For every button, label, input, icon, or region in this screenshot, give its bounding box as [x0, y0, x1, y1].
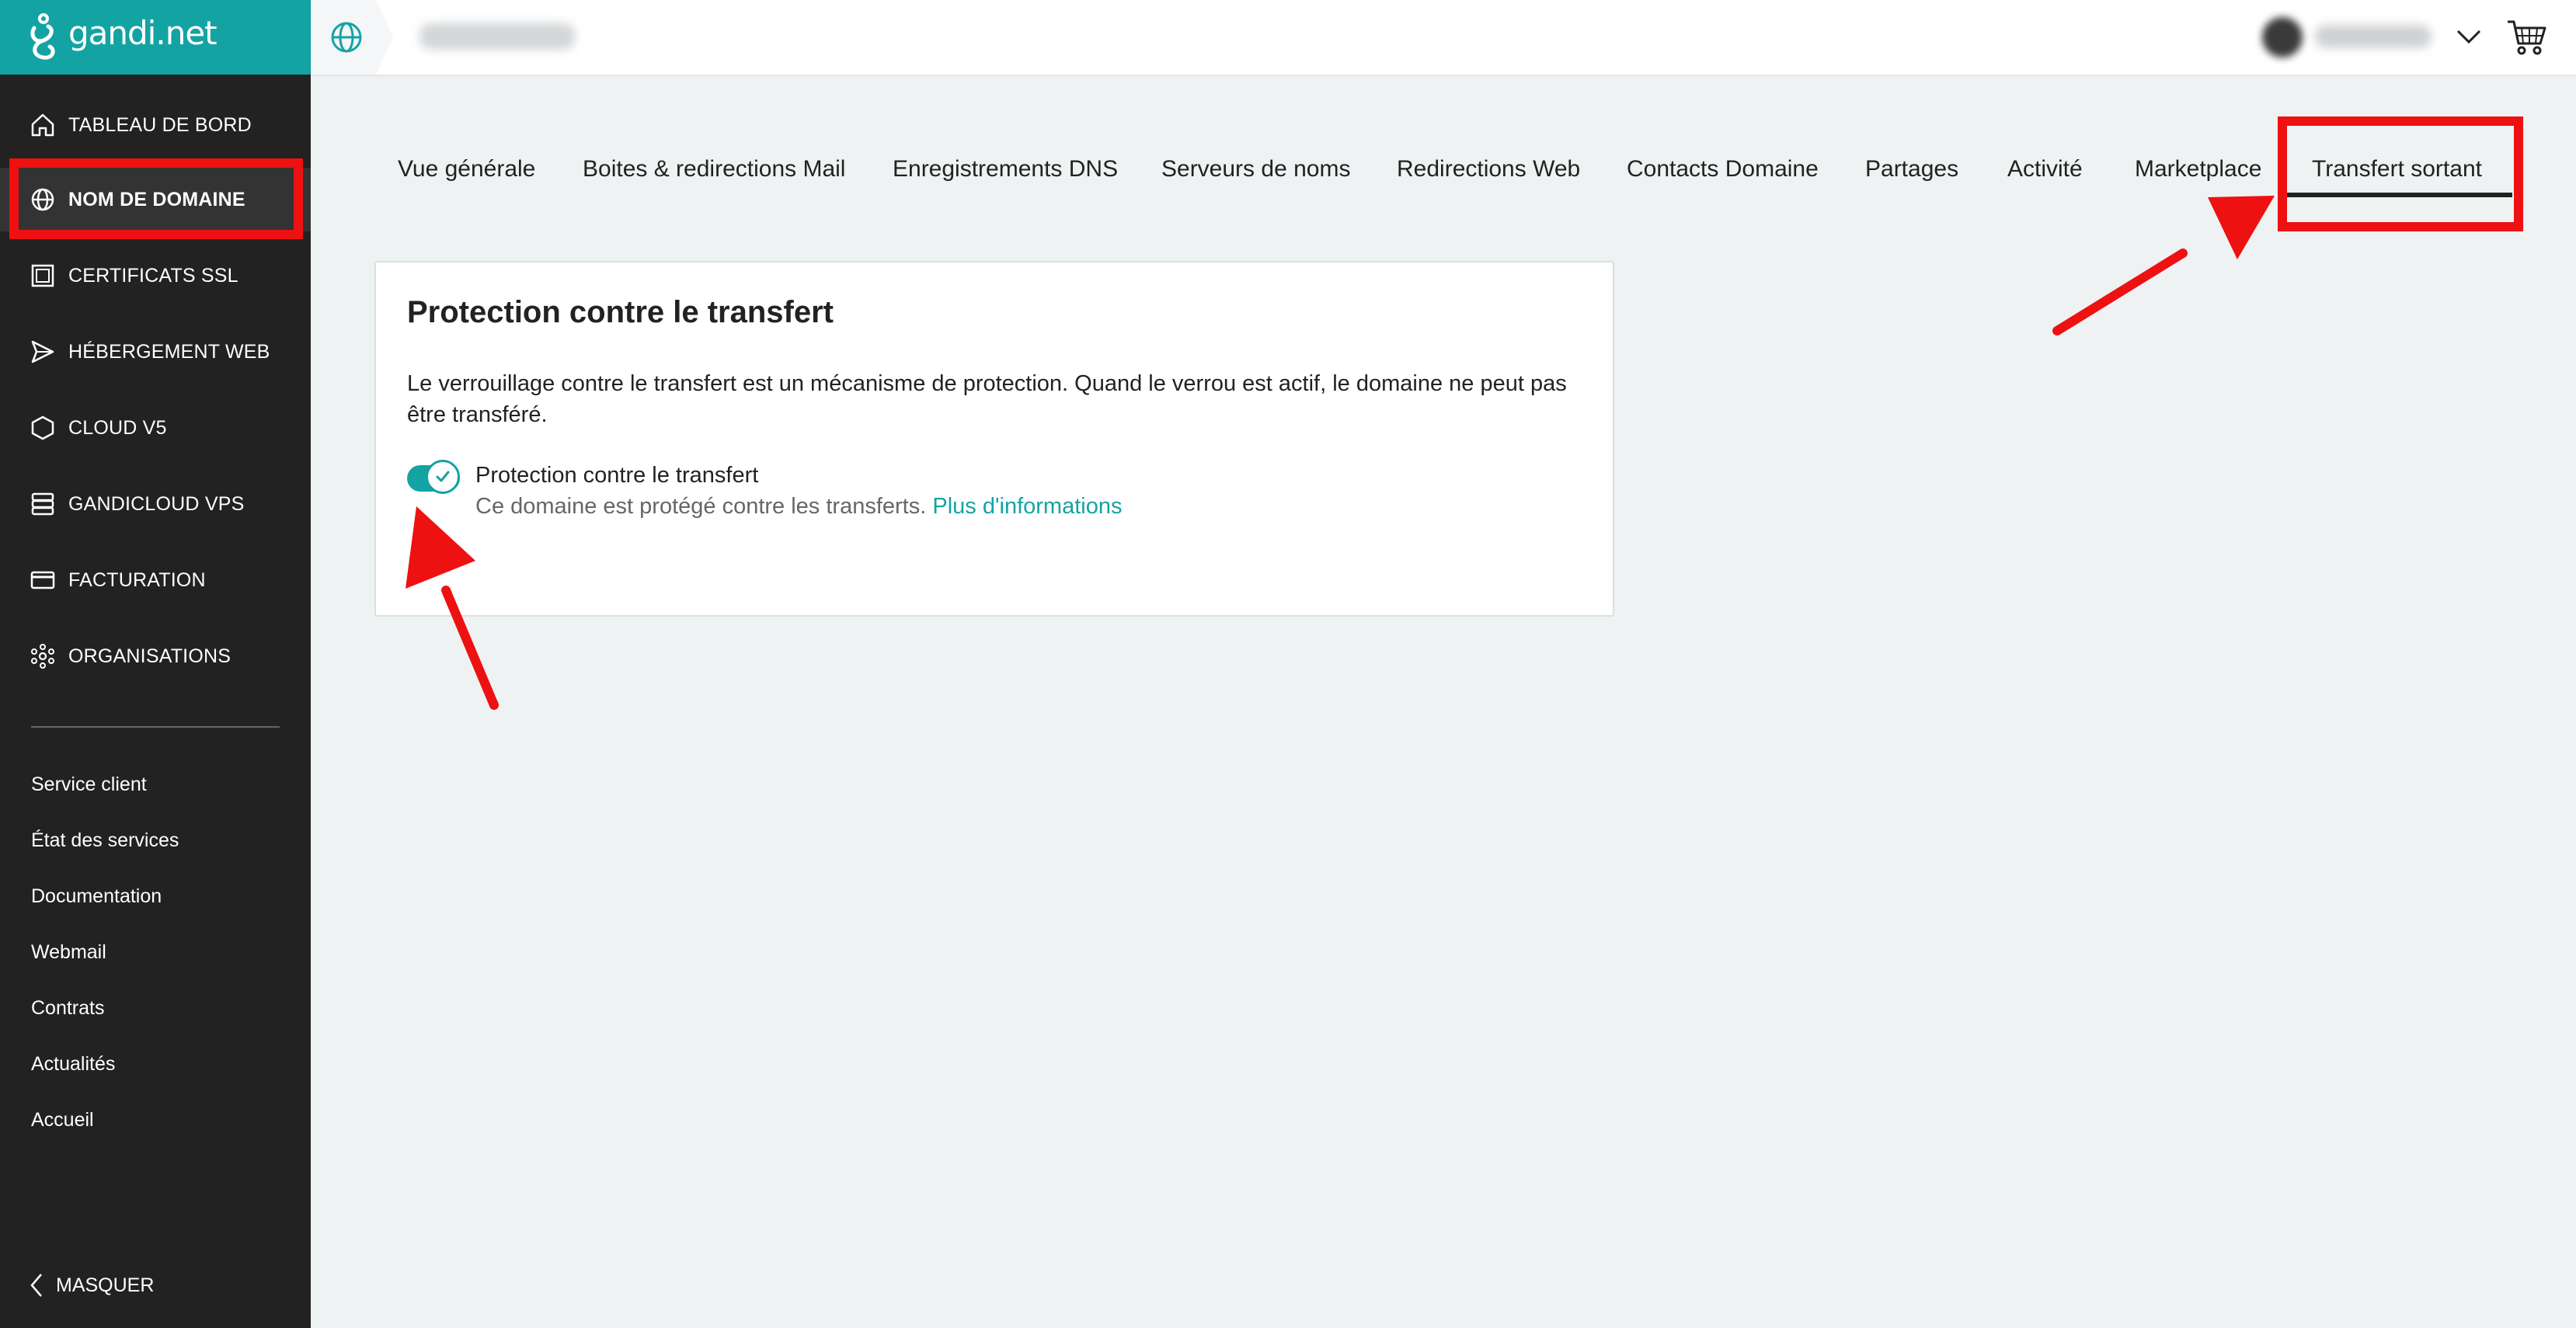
tab-marketplace[interactable]: Marketplace [2135, 116, 2261, 222]
sidebar-item-certificats-ssl[interactable]: CERTIFICATS SSL [0, 244, 311, 308]
sidebar-item-label: HÉBERGEMENT WEB [68, 340, 270, 363]
tab-activite[interactable]: Activité [2007, 116, 2083, 222]
tab-vue-generale[interactable]: Vue générale [398, 116, 535, 222]
sidebar-item-label: TABLEAU DE BORD [68, 113, 252, 136]
sidebar-item-label: FACTURATION [68, 568, 206, 591]
more-info-link[interactable]: Plus d'informations [932, 494, 1122, 519]
sidebar-item-cloud-v5[interactable]: CLOUD V5 [0, 396, 311, 460]
avatar[interactable] [2262, 17, 2303, 57]
globe-icon [331, 22, 362, 53]
sidebar-item-label: CLOUD V5 [68, 416, 167, 439]
sidebar-item-label: ORGANISATIONS [68, 645, 231, 667]
send-icon [31, 340, 54, 363]
domain-name-redacted [419, 23, 575, 50]
toggle-knob [426, 460, 460, 494]
transfer-protection-toggle[interactable] [407, 460, 463, 495]
toggle-hint: Ce domaine est protégé contre les transf… [475, 494, 1122, 520]
account-name-redacted[interactable] [2315, 25, 2432, 48]
tab-redirections-web[interactable]: Redirections Web [1397, 116, 1580, 222]
toggle-hint-text: Ce domaine est protégé contre les transf… [475, 494, 927, 519]
domain-tabs: Vue générale Boites & redirections Mail … [311, 116, 2576, 202]
link-contrats[interactable]: Contrats [31, 997, 104, 1020]
tab-contacts-domaine[interactable]: Contacts Domaine [1627, 116, 1819, 222]
logo-text: gandi.net [68, 14, 218, 52]
network-icon [31, 644, 54, 669]
credit-card-icon [30, 571, 55, 589]
server-icon [31, 492, 54, 516]
card-description: Le verrouillage contre le transfert est … [407, 371, 1567, 427]
home-icon [31, 113, 54, 137]
topbar [311, 0, 2576, 75]
sidebar-item-facturation[interactable]: FACTURATION [0, 548, 311, 612]
highlight-box-nom-de-domaine [9, 158, 303, 239]
gandi-logo[interactable]: gandi.net [0, 0, 311, 75]
sidebar-item-hebergement-web[interactable]: HÉBERGEMENT WEB [0, 320, 311, 384]
sidebar-item-organisations[interactable]: ORGANISATIONS [0, 624, 311, 688]
link-accueil[interactable]: Accueil [31, 1109, 94, 1132]
sidebar-item-label: GANDICLOUD VPS [68, 492, 245, 515]
hide-sidebar-label: MASQUER [56, 1274, 155, 1296]
certificate-icon [31, 264, 54, 287]
toggle-label: Protection contre le transfert [475, 463, 759, 488]
link-webmail[interactable]: Webmail [31, 941, 106, 964]
cube-icon [31, 415, 54, 440]
cart-icon[interactable] [2506, 19, 2548, 56]
tab-serveurs-de-noms[interactable]: Serveurs de noms [1161, 116, 1350, 222]
link-service-client[interactable]: Service client [31, 774, 147, 796]
tab-enregistrements-dns[interactable]: Enregistrements DNS [893, 116, 1118, 222]
sidebar-divider [31, 726, 280, 728]
chevron-down-icon[interactable] [2453, 23, 2484, 51]
sidebar-item-label: CERTIFICATS SSL [68, 264, 238, 287]
check-icon [436, 471, 450, 482]
sidebar-item-tableau-de-bord[interactable]: TABLEAU DE BORD [0, 93, 311, 157]
domain-switcher[interactable] [311, 0, 393, 75]
chevron-left-icon [30, 1274, 42, 1297]
highlight-box-transfert-sortant [2278, 116, 2523, 231]
sidebar-item-gandicloud-vps[interactable]: GANDICLOUD VPS [0, 472, 311, 536]
transfer-protection-card: Protection contre le transfert Le verrou… [374, 261, 1614, 617]
hide-sidebar-button[interactable]: MASQUER [30, 1270, 154, 1301]
link-actualites[interactable]: Actualités [31, 1053, 115, 1076]
gandi-logo-icon [30, 13, 55, 60]
link-etat-des-services[interactable]: État des services [31, 829, 179, 852]
tab-partages[interactable]: Partages [1865, 116, 1958, 222]
tab-boites-redirections-mail[interactable]: Boites & redirections Mail [583, 116, 845, 222]
card-title: Protection contre le transfert [407, 295, 834, 329]
link-documentation[interactable]: Documentation [31, 885, 162, 908]
